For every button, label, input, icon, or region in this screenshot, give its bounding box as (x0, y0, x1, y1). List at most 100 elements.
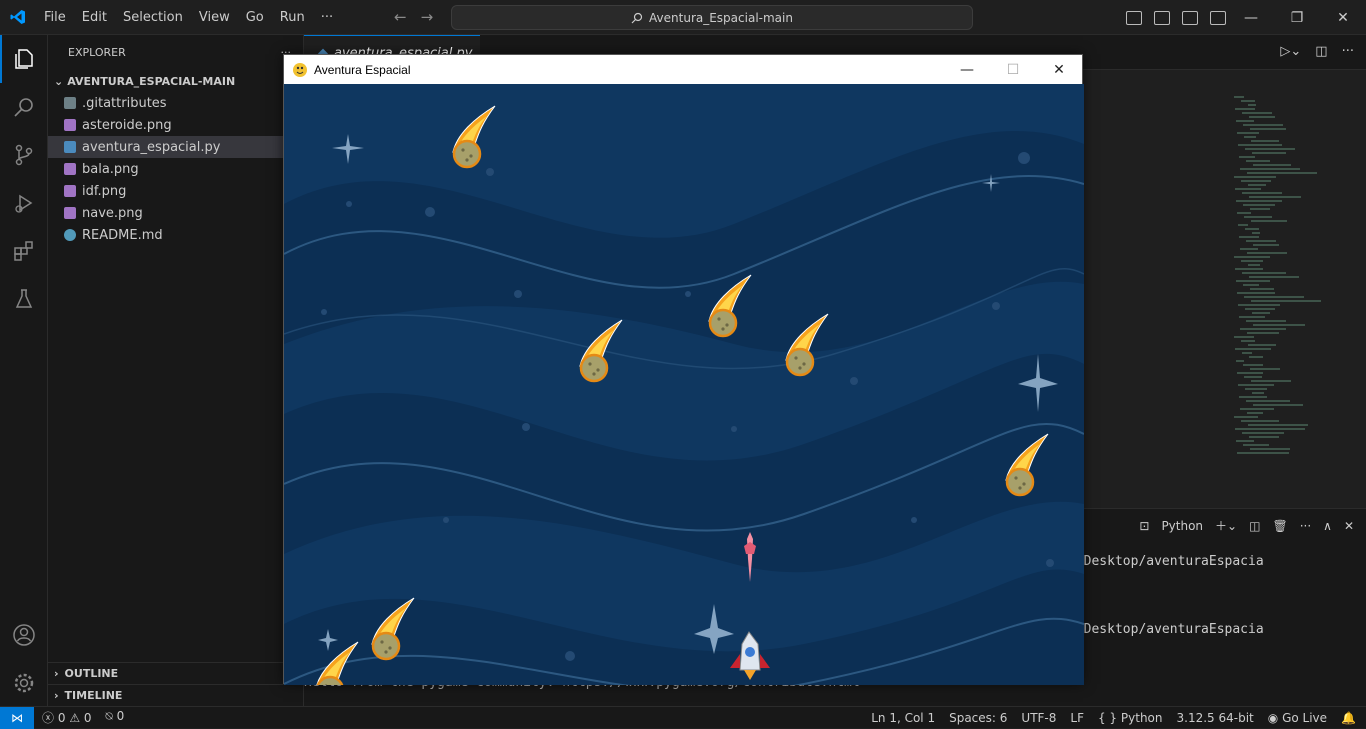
minimap-line (1247, 412, 1263, 414)
settings-gear-icon[interactable] (0, 659, 48, 707)
toggle-panel-icon[interactable] (1154, 10, 1170, 25)
file-item[interactable]: aventura_espacial.py (48, 136, 303, 158)
run-file-icon[interactable]: ▷⌄ (1280, 44, 1301, 59)
minimap-line (1249, 436, 1279, 438)
customize-layout-icon[interactable] (1210, 10, 1226, 25)
menu-selection[interactable]: Selection (115, 0, 191, 35)
testing-flask-icon[interactable] (0, 275, 48, 323)
trash-icon[interactable]: 🗑 (1272, 519, 1287, 533)
file-item[interactable]: README.md (48, 224, 303, 246)
minimap-line (1235, 108, 1255, 110)
timeline-section[interactable]: › TIMELINE (48, 684, 304, 706)
add-terminal-icon[interactable]: ＋⌄ (1215, 517, 1237, 534)
vscode-logo-icon (0, 0, 36, 35)
minimap-line (1247, 172, 1317, 174)
indentation[interactable]: Spaces: 6 (949, 711, 1007, 725)
problems-indicator[interactable]: ⓧ 0 ⚠ 0 (42, 709, 92, 726)
minimap-line (1237, 292, 1275, 294)
minimap-line (1234, 336, 1254, 338)
minimap-line (1249, 356, 1263, 358)
chevron-right-icon: › (54, 667, 59, 680)
remote-icon[interactable]: ⋈ (0, 706, 34, 729)
minimap-line (1243, 124, 1283, 126)
minimap-line (1246, 320, 1286, 322)
toggle-secondary-sidebar-icon[interactable] (1182, 10, 1198, 25)
minimap-line (1238, 304, 1280, 306)
minimize-icon[interactable]: — (944, 55, 990, 84)
notifications-bell-icon[interactable]: 🔔 (1341, 711, 1356, 725)
split-terminal-icon[interactable]: ◫ (1249, 519, 1260, 533)
terminal-line: a/Desktop/aventuraEspacia (1068, 622, 1264, 637)
file-item[interactable]: .gitattributes (48, 92, 303, 114)
account-icon[interactable] (0, 611, 48, 659)
minimap-line (1251, 380, 1291, 382)
file-item[interactable]: asteroide.png (48, 114, 303, 136)
terminal-profile[interactable]: Python (1161, 519, 1203, 533)
minimap-line (1236, 120, 1254, 122)
folder-label: AVENTURA_ESPACIAL-MAIN (67, 74, 236, 88)
more-actions-icon[interactable]: ··· (1300, 519, 1311, 533)
minimap-line (1234, 176, 1276, 178)
file-item[interactable]: idf.png (48, 180, 303, 202)
menu-run[interactable]: Run (272, 0, 313, 35)
ports-indicator[interactable]: ⍉ 0 (106, 709, 125, 726)
cursor-position[interactable]: Ln 1, Col 1 (871, 711, 935, 725)
image-icon (64, 163, 76, 175)
menu-view[interactable]: View (191, 0, 238, 35)
minimap-line (1247, 332, 1279, 334)
close-icon[interactable]: ✕ (1320, 0, 1366, 35)
game-canvas[interactable] (284, 84, 1084, 685)
minimap-line (1243, 204, 1275, 206)
language-label: Python (1120, 710, 1163, 725)
run-debug-icon[interactable] (0, 179, 48, 227)
explorer-icon[interactable] (0, 35, 48, 83)
outline-label: OUTLINE (64, 667, 119, 680)
split-editor-icon[interactable]: ◫ (1315, 44, 1327, 59)
minimap-line (1242, 432, 1284, 434)
minimap-line (1239, 316, 1265, 318)
broadcast-icon: ⍉ (105, 709, 113, 723)
more-actions-icon[interactable]: ··· (1342, 44, 1354, 59)
activity-bar (0, 35, 48, 706)
maximize-icon[interactable]: ☐ (990, 55, 1036, 84)
file-item[interactable]: nave.png (48, 202, 303, 224)
game-title: Aventura Espacial (314, 62, 411, 77)
menu-go[interactable]: Go (238, 0, 272, 35)
search-icon[interactable] (0, 83, 48, 131)
minimap-line (1236, 440, 1254, 442)
minimap-line (1241, 100, 1255, 102)
forward-arrow-icon[interactable]: → (421, 8, 434, 26)
end-of-line[interactable]: LF (1070, 711, 1084, 725)
close-icon[interactable]: ✕ (1036, 55, 1082, 84)
minimap-line (1251, 220, 1287, 222)
minimap-line (1245, 148, 1295, 150)
maximize-panel-icon[interactable]: ∧ (1323, 519, 1332, 533)
minimap[interactable] (1234, 96, 1356, 476)
minimize-icon[interactable]: — (1228, 0, 1274, 35)
language-mode[interactable]: { } Python (1098, 711, 1163, 725)
terminal-toolbar: ⊡ Python ＋⌄ ◫ 🗑 ··· ∧ ✕ (1139, 517, 1354, 534)
minimap-line (1240, 408, 1274, 410)
menu-edit[interactable]: Edit (74, 0, 115, 35)
go-live-button[interactable]: ◉ Go Live (1268, 711, 1327, 725)
workspace-folder[interactable]: ⌄ AVENTURA_ESPACIAL-MAIN (48, 70, 303, 92)
restore-icon[interactable]: ❐ (1274, 0, 1320, 35)
layout-controls (1126, 0, 1226, 35)
python-interpreter[interactable]: 3.12.5 64-bit (1177, 711, 1254, 725)
source-control-icon[interactable] (0, 131, 48, 179)
minimap-line (1240, 248, 1258, 250)
outline-section[interactable]: › OUTLINE (48, 662, 304, 684)
menu-more[interactable]: ··· (313, 0, 341, 35)
minimap-line (1239, 396, 1267, 398)
encoding[interactable]: UTF-8 (1021, 711, 1056, 725)
file-item[interactable]: bala.png (48, 158, 303, 180)
back-arrow-icon[interactable]: ← (394, 8, 407, 26)
command-center-search[interactable]: Aventura_Espacial-main (451, 5, 973, 30)
toggle-sidebar-icon[interactable] (1126, 10, 1142, 25)
close-panel-icon[interactable]: ✕ (1344, 519, 1354, 533)
minimap-line (1247, 252, 1287, 254)
menu-file[interactable]: File (36, 0, 74, 35)
minimap-line (1237, 212, 1251, 214)
minimap-line (1237, 372, 1263, 374)
extensions-icon[interactable] (0, 227, 48, 275)
